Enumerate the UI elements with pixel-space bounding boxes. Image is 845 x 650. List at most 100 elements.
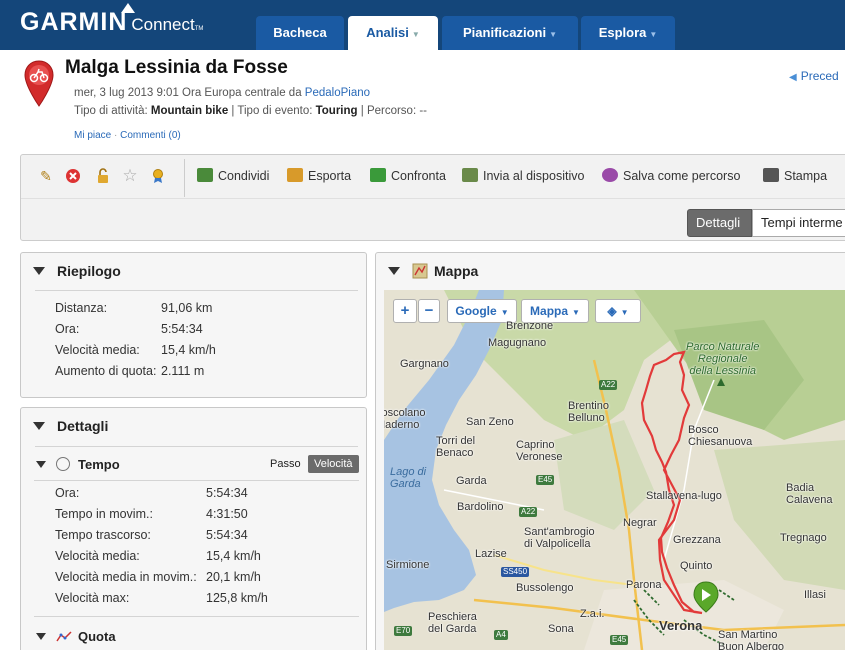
details-panel-header[interactable]: Dettagli (33, 418, 108, 434)
pace-toggle[interactable]: Passo (264, 455, 307, 473)
max-speed-value: 125,8 km/h (206, 591, 268, 605)
star-icon[interactable]: ☆ (122, 167, 138, 184)
share-button[interactable]: Condividi (197, 167, 269, 185)
chevron-down-icon: ▼ (649, 30, 658, 39)
export-icon (287, 168, 303, 182)
details-view-button[interactable]: Dettagli (687, 209, 752, 237)
previous-activity-link[interactable]: ◀ Preced (789, 69, 839, 83)
place-label: Z.a.i. (580, 608, 605, 620)
city-label: Verona (659, 618, 703, 633)
toolbar-divider (184, 159, 185, 197)
place-label: Tregnago (780, 532, 827, 544)
road-shield: E45 (536, 475, 555, 485)
like-link[interactable]: Mi piace (74, 130, 111, 141)
garmin-connect-logo[interactable]: GARMIN ConnectTM (20, 3, 203, 37)
button-label: Confronta (391, 169, 446, 183)
button-label: Salva come percorso (623, 169, 741, 183)
place-label: Peschiera del Garda (428, 611, 477, 635)
comments-link[interactable]: Commenti (0) (120, 130, 181, 141)
delete-icon[interactable] (65, 168, 81, 184)
elapsed-time-label: Tempo trascorso: (55, 528, 151, 542)
place-label: Gargnano (400, 358, 449, 370)
place-label: Toscolano Maderno (384, 407, 426, 431)
chevron-down-icon: ▼ (549, 30, 557, 39)
share-icon (197, 168, 213, 182)
speed-toggle[interactable]: Velocità (308, 455, 359, 473)
tab-pianificazioni[interactable]: Pianificazioni ▼ (442, 16, 578, 50)
time-section-header[interactable]: Tempo (36, 457, 120, 472)
road-shield: E70 (394, 626, 413, 636)
map-layers-select[interactable]: ◈ ▼ (595, 299, 641, 323)
map-panel-header[interactable]: Mappa (388, 263, 478, 279)
place-label: Sona (548, 623, 574, 635)
zoom-out-button[interactable]: − (418, 299, 440, 323)
panel-title: Riepilogo (57, 263, 121, 279)
time-value: 5:54:34 (206, 486, 248, 500)
summary-panel: Riepilogo Distanza: 91,06 km Ora: 5:54:3… (20, 252, 367, 398)
previous-label: Preced (800, 69, 839, 83)
elevation-chart-icon (56, 631, 72, 642)
button-label: Condividi (218, 169, 270, 183)
logo-triangle-icon (121, 3, 135, 13)
previous-arrow-icon: ◀ (789, 72, 797, 83)
top-nav-bar: GARMIN ConnectTM Bacheca Analisi ▼ Pianifi… (0, 0, 845, 50)
avg-speed-label: Velocità media: (55, 549, 140, 563)
collapse-triangle-icon (36, 633, 46, 640)
send-to-device-button[interactable]: Invia al dispositivo (462, 167, 584, 185)
event-type-label: | Tipo di evento: (228, 105, 316, 117)
summary-panel-header[interactable]: Riepilogo (33, 263, 121, 279)
tab-analisi[interactable]: Analisi ▼ (348, 16, 438, 50)
avg-moving-speed-value: 20,1 km/h (206, 570, 261, 584)
place-label: Lazise (475, 548, 507, 560)
layers-icon: ◈ (607, 304, 617, 318)
activity-toolbar: ✎ ☆ Condividi Esporta Confronta Invia al… (20, 154, 845, 241)
select-value: Google (455, 304, 497, 318)
road-shield: SS450 (501, 567, 530, 577)
avg-moving-speed-label: Velocità media in movim.: (55, 570, 197, 584)
author-link[interactable]: PedaloPiano (305, 87, 370, 99)
place-label: Garda (456, 475, 487, 487)
laps-view-button[interactable]: Tempi interme (752, 209, 845, 237)
panel-title: Dettagli (57, 418, 109, 434)
button-label: Invia al dispositivo (483, 169, 585, 183)
lock-icon[interactable] (95, 168, 111, 184)
avg-speed-value: 15,4 km/h (206, 549, 261, 563)
chevron-down-icon: ▼ (411, 30, 420, 39)
compare-button[interactable]: Confronta (370, 167, 446, 185)
toolbar-actions-row: ✎ ☆ Condividi Esporta Confronta Invia al… (21, 155, 845, 199)
road-shield: A22 (599, 380, 618, 390)
save-as-course-button[interactable]: Salva come percorso (602, 167, 740, 185)
export-button[interactable]: Esporta (287, 167, 351, 185)
collapse-triangle-icon (33, 267, 45, 275)
road-shield: A22 (519, 507, 538, 517)
award-icon[interactable] (150, 168, 166, 184)
print-button[interactable]: Stampa (763, 167, 827, 185)
clock-icon (56, 457, 70, 471)
place-label: Bardolino (457, 501, 504, 513)
route-map[interactable]: + − Google ▼ Mappa ▼ ◈ ▼ Brenzone Magugnano… (384, 290, 845, 650)
elevation-section-header[interactable]: Quota (36, 629, 116, 644)
tab-label: Pianificazioni (463, 25, 547, 40)
tab-bacheca[interactable]: Bacheca (256, 16, 344, 50)
section-title: Tempo (78, 457, 120, 472)
logo-garmin-text: GARMIN (20, 8, 128, 36)
activity-type-value[interactable]: Mountain bike (151, 105, 228, 117)
time-label: Ora: (55, 486, 80, 500)
tab-label: Bacheca (273, 25, 327, 40)
divider (35, 446, 358, 447)
zoom-in-button[interactable]: + (393, 299, 417, 323)
place-label: Torri del Benaco (436, 435, 476, 459)
activity-date: mer, 3 lug 2013 9:01 Ora Europa centrale… (74, 87, 305, 99)
tab-label: Analisi (366, 25, 409, 40)
time-value: 5:54:34 (161, 322, 203, 336)
pencil-icon[interactable]: ✎ (38, 168, 54, 184)
activity-title[interactable]: Malga Lessinia da Fosse (65, 57, 288, 79)
place-label: San Martino Buon Albergo (718, 629, 785, 650)
place-label: Magugnano (488, 337, 547, 349)
elapsed-time-value: 5:54:34 (206, 528, 248, 542)
separator: · (111, 130, 121, 141)
tab-esplora[interactable]: Esplora ▼ (581, 16, 675, 50)
select-value: Mappa (530, 304, 569, 318)
elevation-gain-label: Aumento di quota: (55, 364, 157, 378)
event-type-value[interactable]: Touring (316, 105, 358, 117)
